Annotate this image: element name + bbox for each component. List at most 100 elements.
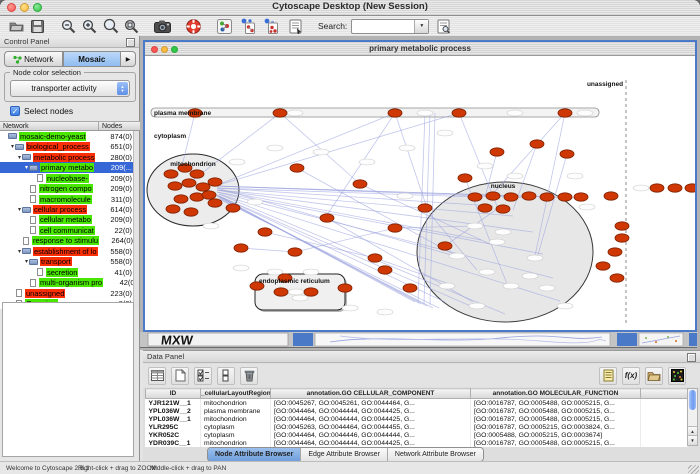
tab-network[interactable]: Network bbox=[4, 51, 63, 67]
network-node[interactable] bbox=[258, 228, 272, 236]
network-node[interactable] bbox=[540, 193, 554, 201]
table-row[interactable]: YJR121W__1mitochondrion[GO:0045267, GO:0… bbox=[146, 399, 688, 408]
network-node[interactable] bbox=[338, 284, 352, 292]
column-header[interactable]: annotation.GO MOLECULAR_FUNCTION bbox=[471, 389, 641, 399]
network-node[interactable] bbox=[615, 222, 629, 230]
network-node[interactable] bbox=[522, 192, 536, 200]
table-row[interactable]: YPL036W__1mitochondrion[GO:0044464, GO:0… bbox=[146, 415, 688, 423]
network-node[interactable] bbox=[668, 184, 682, 192]
delete-attribute-icon[interactable] bbox=[240, 367, 258, 385]
tab-network-attribute-browser[interactable]: Network Attribute Browser bbox=[388, 448, 483, 461]
save-icon[interactable] bbox=[29, 18, 46, 35]
network-node[interactable] bbox=[378, 266, 392, 274]
network-node[interactable] bbox=[368, 254, 382, 262]
search-options-icon[interactable] bbox=[435, 18, 452, 35]
zoom-selected-icon[interactable] bbox=[123, 18, 140, 35]
network-node[interactable] bbox=[504, 193, 518, 201]
expand-arrow-icon[interactable]: ▾ bbox=[14, 206, 21, 213]
tree-row[interactable]: nucleobase-209(0) bbox=[0, 173, 134, 183]
layout-b-icon[interactable] bbox=[262, 18, 279, 35]
network-node[interactable] bbox=[608, 248, 622, 256]
network-node[interactable] bbox=[615, 234, 629, 242]
network-node[interactable] bbox=[604, 192, 618, 200]
tree-row[interactable]: ▾transport558(0) bbox=[0, 257, 134, 267]
table-row[interactable]: YLR295Ccytoplasm[GO:0045263, GO:0044464,… bbox=[146, 423, 688, 431]
network-node[interactable] bbox=[166, 205, 180, 213]
network-node[interactable] bbox=[685, 184, 695, 192]
attribute-grid-icon[interactable] bbox=[148, 367, 166, 385]
tree-row[interactable]: ▾cellular process614(0) bbox=[0, 204, 134, 214]
network-node[interactable] bbox=[174, 195, 188, 203]
network-node[interactable] bbox=[168, 182, 182, 190]
network-node[interactable] bbox=[304, 288, 318, 296]
network-node[interactable] bbox=[560, 150, 574, 158]
network-node[interactable] bbox=[202, 191, 216, 199]
resize-grip[interactable] bbox=[688, 465, 699, 474]
table-row[interactable]: YDR039C__1mitochondrion[GO:0044464, GO:0… bbox=[146, 439, 688, 447]
table-row[interactable]: YKR052Ccytoplasm[GO:0044464, GO:0044446,… bbox=[146, 431, 688, 439]
tree-row[interactable]: ▾establishment of lo558(0) bbox=[0, 246, 134, 256]
expand-arrow-icon[interactable]: ▾ bbox=[21, 258, 28, 265]
expand-arrow-icon[interactable]: ▾ bbox=[14, 154, 21, 161]
float-data-panel-icon[interactable] bbox=[687, 353, 696, 362]
zoom-in-icon[interactable] bbox=[81, 18, 98, 35]
select-nodes-checkbox[interactable]: ✓ bbox=[10, 106, 20, 116]
chevron-down-icon[interactable]: ▼ bbox=[414, 20, 428, 33]
network-node[interactable] bbox=[574, 193, 588, 201]
network-node[interactable] bbox=[558, 193, 572, 201]
network-node[interactable] bbox=[164, 170, 178, 178]
network-node[interactable] bbox=[274, 288, 288, 296]
tab-edge-attribute-browser[interactable]: Edge Attribute Browser bbox=[301, 448, 388, 461]
tree-row[interactable]: cellular metabo209(0) bbox=[0, 215, 134, 225]
tree-row[interactable]: secretion41(0) bbox=[0, 267, 134, 277]
network-node[interactable] bbox=[184, 208, 198, 216]
tree-row[interactable]: nitrogen compo209(0) bbox=[0, 183, 134, 193]
network-node[interactable] bbox=[320, 214, 334, 222]
layout-a-icon[interactable] bbox=[239, 18, 256, 35]
column-header[interactable]: _cellularLayoutRegion bbox=[201, 389, 271, 399]
table-row[interactable]: YPL036W__2plasma membrane[GO:0044464, GO… bbox=[146, 407, 688, 415]
tree-row[interactable]: unassigned223(0) bbox=[0, 288, 134, 298]
network-node[interactable] bbox=[490, 148, 504, 156]
network-node[interactable] bbox=[558, 109, 572, 117]
network-node[interactable] bbox=[452, 109, 466, 117]
tree-scrollbar[interactable] bbox=[133, 131, 139, 309]
expand-arrow-icon[interactable]: ▾ bbox=[21, 164, 28, 171]
network-node[interactable] bbox=[418, 204, 432, 212]
network-node[interactable] bbox=[388, 224, 402, 232]
birds-eye-view[interactable] bbox=[2, 302, 134, 457]
network-node[interactable] bbox=[458, 174, 472, 182]
matrix-icon[interactable] bbox=[668, 367, 686, 385]
tree-row[interactable]: cell communicat22(0) bbox=[0, 225, 134, 235]
nodes-column-header[interactable]: Nodes bbox=[98, 122, 140, 130]
tree-row[interactable]: mosaic-demo-yeast874(0) bbox=[0, 131, 134, 141]
network-node[interactable] bbox=[388, 109, 402, 117]
network-node[interactable] bbox=[288, 248, 302, 256]
table-scrollbar[interactable]: ▲ ▼ bbox=[687, 388, 698, 446]
network-node[interactable] bbox=[610, 274, 624, 282]
tree-row[interactable]: ▾metabolic process280(0) bbox=[0, 152, 134, 162]
tree-row[interactable]: multi-organism pro42(0) bbox=[0, 278, 134, 288]
network-node[interactable] bbox=[290, 164, 304, 172]
zoom-fit-icon[interactable] bbox=[102, 18, 119, 35]
formula-icon[interactable]: f(x) bbox=[622, 367, 640, 385]
snapshot-icon[interactable] bbox=[154, 18, 171, 35]
scrollbar-thumb[interactable] bbox=[689, 390, 696, 410]
unselect-attributes-icon[interactable] bbox=[217, 367, 235, 385]
tree-row[interactable]: ▾primary metabo209(... bbox=[0, 162, 134, 172]
help-icon[interactable] bbox=[185, 18, 202, 35]
network-node[interactable] bbox=[650, 184, 664, 192]
open-folder-icon[interactable] bbox=[645, 367, 663, 385]
network-node[interactable] bbox=[478, 204, 492, 212]
network-node[interactable] bbox=[273, 109, 287, 117]
tab-node-attribute-browser[interactable]: Node Attribute Browser bbox=[208, 448, 301, 461]
search-input[interactable] bbox=[352, 20, 414, 33]
network-node[interactable] bbox=[208, 178, 222, 186]
tree-row[interactable]: response to stimulu264(0) bbox=[0, 236, 134, 246]
more-tabs-icon[interactable]: ▶ bbox=[121, 51, 136, 67]
network-node[interactable] bbox=[496, 205, 510, 213]
notes-icon[interactable] bbox=[599, 367, 617, 385]
network-node[interactable] bbox=[596, 262, 610, 270]
import-table-icon[interactable] bbox=[287, 18, 304, 35]
network-node[interactable] bbox=[468, 193, 482, 201]
